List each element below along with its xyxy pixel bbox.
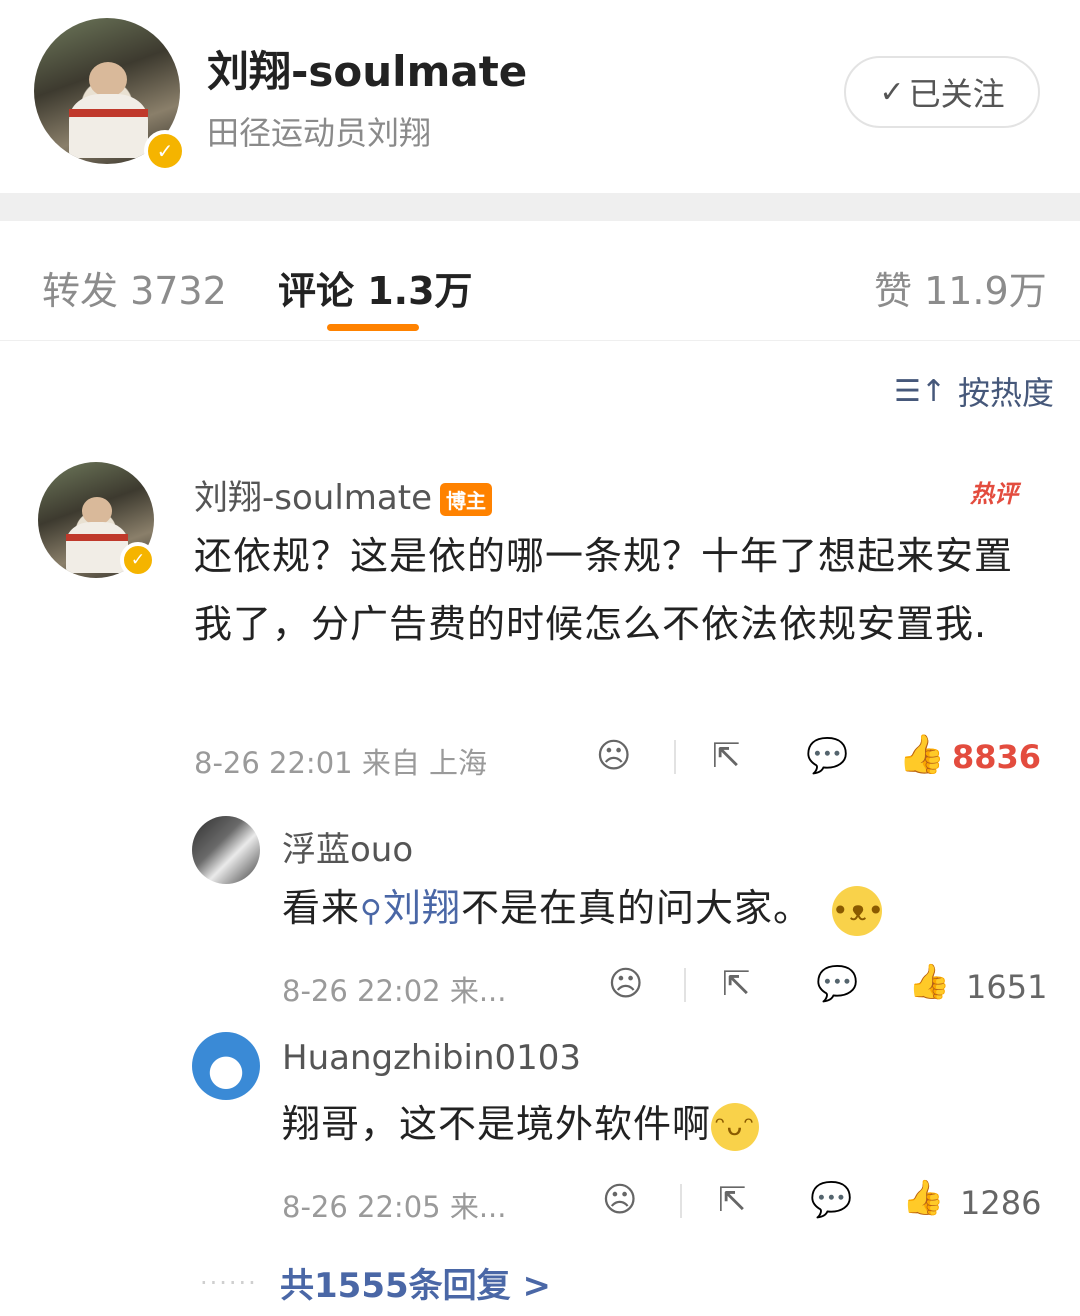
comment-meta: 8-26 22:01 来自 上海 [194, 746, 488, 780]
doge-emoji-icon: •ᴥ• [832, 885, 884, 936]
hot-comment-badge: 热评 [970, 480, 1018, 508]
author-badge: 博主 [439, 483, 492, 516]
author-name[interactable]: 刘翔-soulmate [207, 38, 527, 99]
check-icon: ✓ [879, 74, 905, 110]
action-divider [674, 740, 676, 774]
action-divider [684, 968, 686, 1002]
like-icon[interactable]: 👍 [898, 732, 945, 777]
dislike-icon[interactable]: ☹ [608, 964, 643, 1004]
reply-text: 翔哥，这不是境外软件啊 ᵔᴗᵔ [282, 1090, 1042, 1158]
reply-icon[interactable]: 💬 [806, 736, 848, 776]
tabs-divider [0, 340, 1080, 341]
thread-dots: ...... [200, 1262, 258, 1290]
like-count: 8836 [952, 738, 1042, 776]
sort-icon: ☰↑ [894, 373, 947, 409]
sort-label: 按热度 [958, 374, 1055, 412]
more-replies-link[interactable]: 共1555条回复 > [280, 1258, 551, 1307]
tab-repost[interactable]: 转发 3732 [42, 260, 227, 315]
like-count: 1286 [960, 1184, 1042, 1222]
share-icon[interactable]: ⇱ [722, 964, 751, 1004]
share-icon[interactable]: ⇱ [712, 736, 741, 776]
like-icon[interactable]: 👍 [908, 962, 950, 1002]
reply-avatar[interactable] [192, 1032, 260, 1100]
verified-badge-icon: ✓ [120, 542, 156, 578]
comment-author-name[interactable]: 刘翔-soulmate [194, 478, 432, 518]
reply-avatar[interactable] [192, 816, 260, 884]
action-divider [680, 1184, 682, 1218]
reply-text-before: 看来 [282, 886, 361, 930]
tab-comments[interactable]: 评论 1.3万 [278, 260, 473, 315]
reply-author[interactable]: Huangzhibin0103 [282, 1038, 581, 1078]
like-icon[interactable]: 👍 [902, 1178, 944, 1218]
dislike-icon[interactable]: ☹ [602, 1180, 637, 1220]
dislike-icon[interactable]: ☹ [596, 736, 631, 776]
share-icon[interactable]: ⇱ [718, 1180, 747, 1220]
comment-author[interactable]: 刘翔-soulmate 博主 [194, 470, 492, 519]
comment-text: 还依规？这是依的哪一条规？十年了想起来安置我了，分广告费的时候怎么不依法依规安置… [194, 534, 1014, 646]
reply-meta: 8-26 22:05 来... [282, 1190, 507, 1224]
reply-text-after: 不是在真的问大家。 [461, 886, 813, 930]
active-tab-indicator [327, 324, 419, 331]
follow-label: 已关注 [908, 75, 1005, 113]
reply-icon[interactable]: 💬 [810, 1180, 852, 1220]
reply-text-body: 翔哥，这不是境外软件啊 [282, 1102, 712, 1146]
sort-button[interactable]: ☰↑ 按热度 [894, 368, 1054, 414]
reply-text: 看来⚲刘翔不是在真的问大家。 •ᴥ• [282, 874, 1042, 946]
author-description: 田径运动员刘翔 [207, 114, 432, 152]
reply-author[interactable]: 浮蓝ouo [282, 822, 413, 871]
section-divider [0, 193, 1080, 221]
laugh-cry-emoji-icon: ᵔᴗᵔ [711, 1102, 760, 1151]
search-icon[interactable]: ⚲ [360, 894, 383, 929]
reply-icon[interactable]: 💬 [816, 964, 858, 1004]
reply-meta: 8-26 22:02 来... [282, 974, 507, 1008]
like-count: 1651 [966, 968, 1048, 1006]
tab-likes[interactable]: 赞 11.9万 [874, 260, 1047, 315]
topic-link[interactable]: 刘翔 [383, 886, 461, 930]
follow-button[interactable]: ✓ 已关注 [844, 56, 1040, 128]
verified-badge-icon: ✓ [144, 130, 186, 172]
